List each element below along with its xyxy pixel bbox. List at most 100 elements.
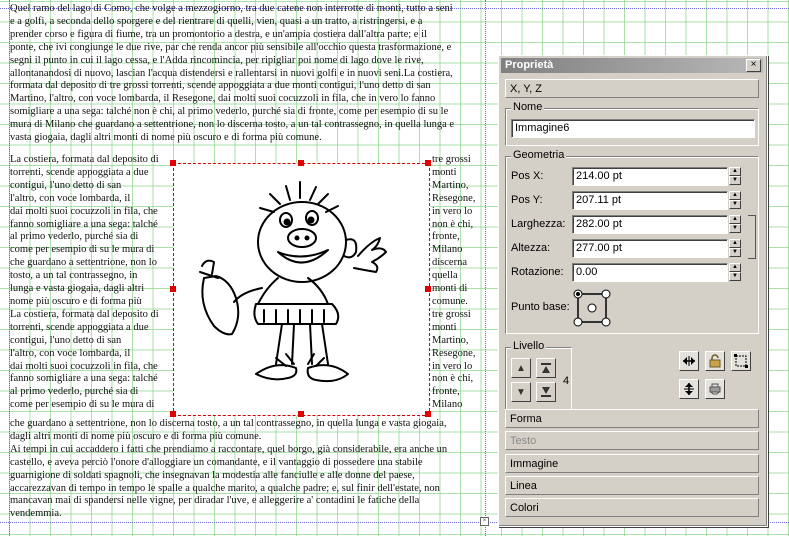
margin-guide-right: [485, 0, 486, 536]
palette-title: Proprietà: [505, 59, 554, 71]
text-line: l'altro, con voce lombarda, il: [10, 192, 131, 204]
palette-title-bar[interactable]: Proprietà ×: [501, 58, 763, 73]
resize-handle-right[interactable]: [425, 286, 431, 292]
text-line: monti di: [432, 283, 468, 295]
lock-button[interactable]: [705, 351, 725, 371]
width-field[interactable]: 282.00 pt: [572, 215, 728, 234]
text-column-right[interactable]: tre grossi monti Martino, Resegone, in vero …: [432, 154, 475, 412]
resize-handle-top-left[interactable]: [170, 160, 176, 166]
chevron-up-icon[interactable]: ▲: [729, 167, 741, 176]
text-line: discerna: [432, 257, 467, 269]
text-line: somigliare a una sega: talché non è chi,…: [10, 106, 449, 118]
resize-handle-left[interactable]: [170, 286, 176, 292]
text-line: che guardano a settentrione, non lo disc…: [10, 418, 447, 429]
flip-vertical-icon: [684, 383, 694, 395]
lower-level-button[interactable]: ▼: [511, 382, 531, 402]
tab-testo[interactable]: Testo: [505, 431, 759, 450]
tab-immagine[interactable]: Immagine: [505, 454, 759, 473]
flip-vertical-button[interactable]: [679, 379, 699, 399]
text-line: come per esempio di su le mura di: [10, 399, 155, 411]
width-label: Larghezza:: [511, 218, 566, 230]
text-line: prender corso e figura di fiume, tra un …: [10, 28, 427, 40]
level-value: 4: [563, 375, 570, 387]
close-button[interactable]: ×: [746, 59, 761, 72]
text-line: in vero lo: [432, 205, 473, 217]
text-frame-top[interactable]: Quel ramo del lago di Como, che volge a …: [10, 3, 454, 145]
base-point-selector[interactable]: [572, 288, 612, 328]
width-stepper[interactable]: ▲ ▼: [729, 215, 741, 233]
chevron-up-icon[interactable]: ▲: [729, 191, 741, 200]
tab-linea[interactable]: Linea: [505, 476, 759, 495]
text-line: dai molti suoi cocuzzoli in fila, che: [10, 360, 158, 372]
rotation-stepper[interactable]: ▲ ▼: [729, 263, 741, 281]
pos-y-field[interactable]: 207.11 pt: [572, 191, 728, 210]
pos-x-stepper[interactable]: ▲ ▼: [729, 167, 741, 185]
text-line: mura di Milano che guardano a settentrio…: [10, 119, 455, 131]
chevron-down-icon[interactable]: ▼: [729, 200, 741, 209]
aspect-lock-chain-icon[interactable]: [748, 215, 756, 259]
pos-y-stepper[interactable]: ▲ ▼: [729, 191, 741, 209]
text-line: e a golfi, a seconda dello sporgere e de…: [10, 15, 423, 27]
text-line: torrenti, scende appoggiata a due: [10, 321, 149, 333]
level-group-legend: Livello: [511, 340, 547, 352]
text-line: fanno somigliare a una sega: talché: [10, 373, 158, 385]
chevron-down-icon[interactable]: ▼: [729, 224, 741, 233]
chevron-down-icon[interactable]: ▼: [729, 176, 741, 185]
height-stepper[interactable]: ▲ ▼: [729, 239, 741, 257]
tab-forma[interactable]: Forma: [505, 409, 759, 428]
height-field[interactable]: 277.00 pt: [572, 239, 728, 258]
base-point-label: Punto base:: [511, 301, 570, 313]
bring-to-front-button[interactable]: [536, 358, 556, 378]
pos-y-label: Pos Y:: [511, 194, 543, 206]
text-line: guarnigione di soldati spagnoli, che ins…: [10, 469, 415, 481]
chevron-down-icon[interactable]: ▼: [729, 248, 741, 257]
down-arrow-icon: ▼: [516, 386, 526, 398]
text-line: castello, e aveva perciò l'onore d'allog…: [10, 456, 423, 468]
text-line: nome più oscuro e di forma più: [10, 295, 142, 307]
text-line: vasta giogaia, dagli altri monti di nome…: [10, 132, 322, 144]
resize-handle-top-right[interactable]: [425, 160, 431, 166]
lock-icon: [709, 354, 721, 368]
text-line: La costiera, formata dal deposito di: [10, 308, 159, 320]
geometry-group-legend: Geometria: [511, 149, 567, 161]
text-line: accarezzavan di tempo in tempo le spalle…: [10, 482, 440, 494]
chevron-up-icon[interactable]: ▲: [729, 263, 741, 272]
cartoon-character-image: [199, 181, 387, 383]
text-line: fanno somigliare a una sega: talché: [10, 218, 158, 230]
scale-to-frame-button[interactable]: [731, 351, 751, 371]
name-field[interactable]: Immagine6: [511, 119, 755, 138]
text-overflow-icon[interactable]: ×: [480, 517, 489, 526]
text-line: fronte,: [432, 231, 460, 243]
text-line: Resegone,: [432, 347, 476, 359]
text-line: Martino,: [432, 179, 469, 191]
chevron-up-icon[interactable]: ▲: [729, 239, 741, 248]
text-column-left[interactable]: La costiera, formata dal deposito di torr…: [10, 154, 159, 412]
chevron-up-icon[interactable]: ▲: [729, 215, 741, 224]
tab-colori[interactable]: Colori: [505, 498, 759, 517]
resize-handle-top[interactable]: [298, 160, 304, 166]
pos-x-field[interactable]: 214.00 pt: [572, 167, 728, 186]
text-line: tre grossi: [432, 308, 471, 320]
pos-x-label: Pos X:: [511, 170, 544, 182]
resize-handle-bottom-left[interactable]: [170, 411, 176, 417]
text-frame-bottom[interactable]: che guardano a settentrione, non lo disc…: [10, 418, 447, 521]
text-line: non è chi,: [432, 218, 474, 230]
flip-horizontal-button[interactable]: [679, 351, 699, 371]
text-line: Quel ramo del lago di Como, che volge a …: [10, 3, 453, 14]
frame-size-icon: [734, 354, 748, 368]
section-xyz-tab[interactable]: X, Y, Z: [505, 79, 759, 98]
send-to-back-button[interactable]: [536, 382, 556, 402]
raise-level-button[interactable]: ▲: [511, 358, 531, 378]
text-line: fronte,: [432, 386, 460, 398]
text-line: monti: [432, 321, 457, 333]
resize-handle-bottom[interactable]: [298, 411, 304, 417]
up-arrow-icon: ▲: [516, 362, 526, 374]
text-line: segni il punto in cui il lago cessa, e l…: [10, 54, 424, 66]
print-toggle-button[interactable]: [705, 379, 725, 399]
text-line: mancavan mai di spandersi nelle vigne, p…: [10, 495, 420, 507]
resize-handle-bottom-right[interactable]: [425, 411, 431, 417]
text-line: contigui, l'uno detto di san: [10, 334, 122, 346]
flip-horizontal-icon: [683, 356, 695, 366]
chevron-down-icon[interactable]: ▼: [729, 272, 741, 281]
rotation-field[interactable]: 0.00: [572, 263, 728, 282]
